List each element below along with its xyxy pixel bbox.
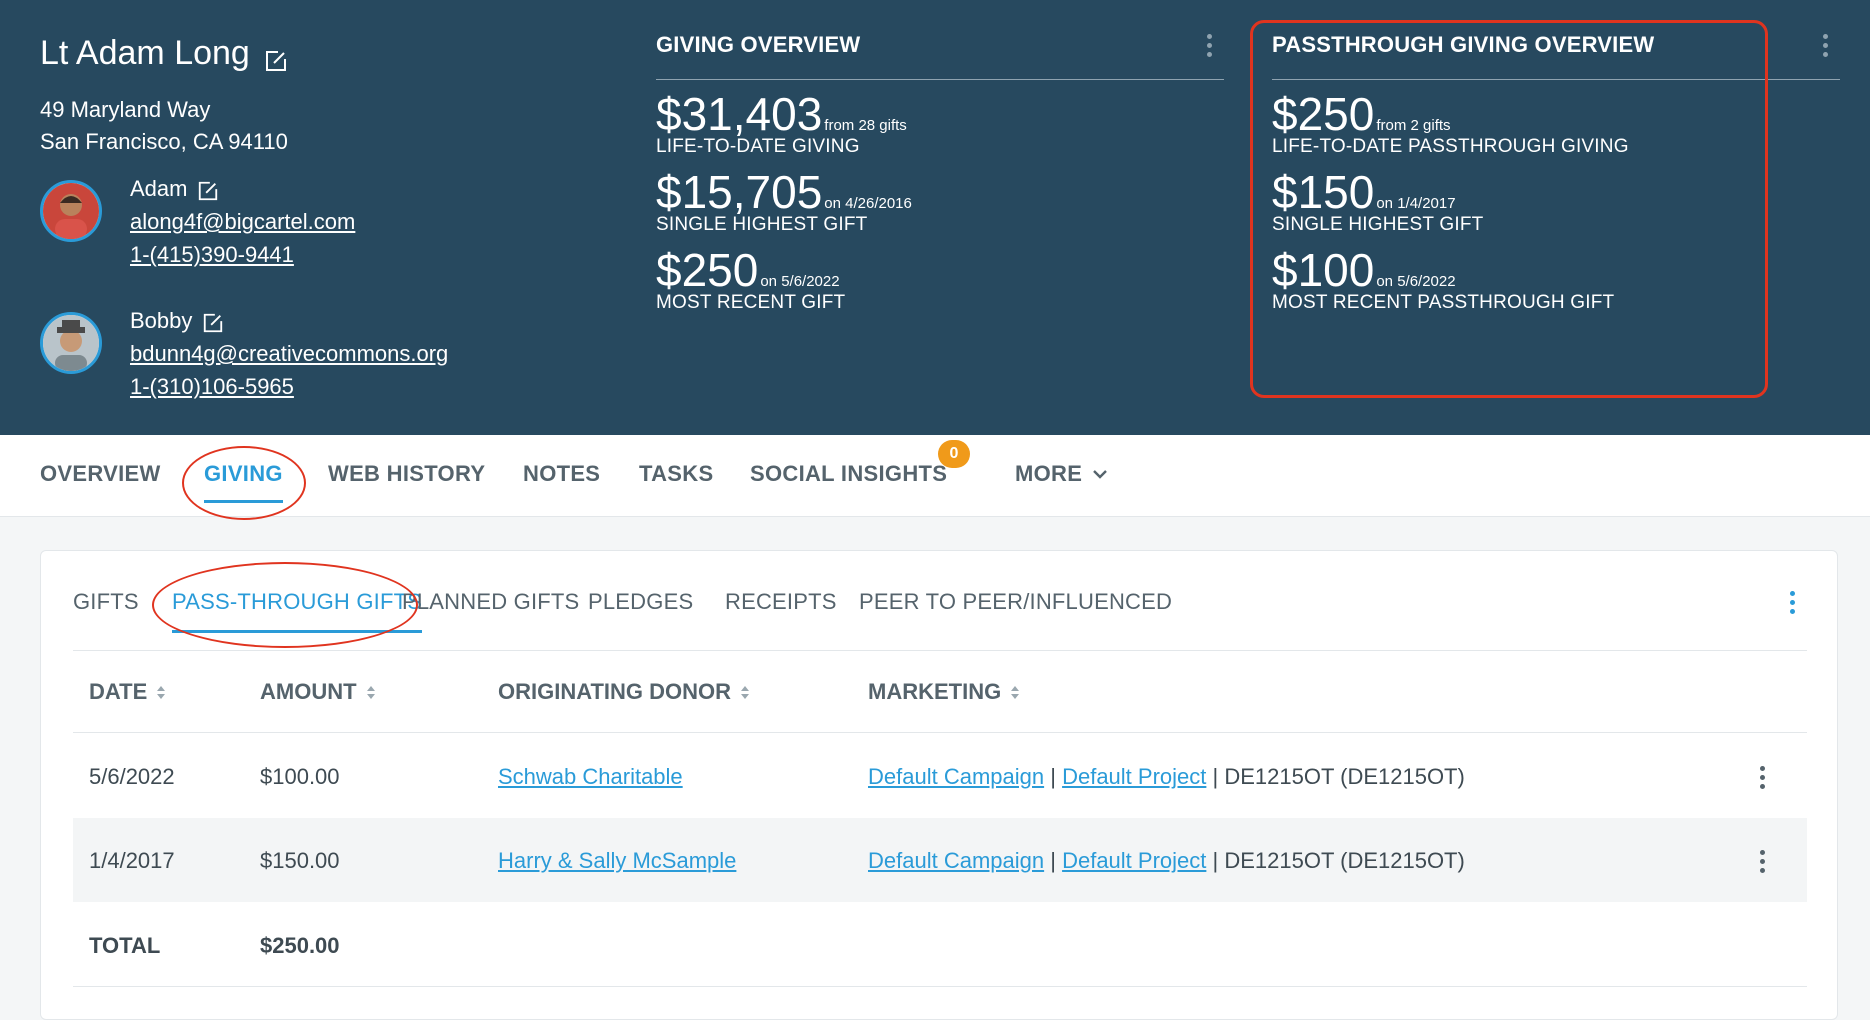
separator: | [1050,848,1056,873]
campaign-link[interactable]: Default Campaign [868,764,1044,789]
sort-icon [741,685,750,699]
highlight-annotation [152,562,418,648]
address-line-1: 49 Maryland Way [40,97,211,122]
table-row: 5/6/2022 $100.00 Schwab Charitable Defau… [73,734,1807,818]
profile-header: Lt Adam Long 49 Maryland Way San Francis… [0,0,1870,435]
contact-email-link[interactable]: along4f@bigcartel.com [130,209,355,234]
donor-link[interactable]: Harry & Sally McSample [498,848,736,874]
donor-link[interactable]: Schwab Charitable [498,764,683,790]
stat-note: on 5/6/2022 [760,273,840,290]
contact-info: Bobby bdunn4g@creativecommons.org 1-(310… [130,304,448,403]
sort-icon [157,685,166,699]
contact-name: Adam [130,176,188,201]
project-link[interactable]: Default Project [1062,848,1206,873]
table-header: DATE AMOUNT ORIGINATING DONOR MARKETING [73,651,1807,733]
marketing-code: DE1215OT (DE1215OT) [1224,764,1465,789]
sort-icon [1011,685,1020,699]
more-options-icon[interactable] [1206,34,1212,57]
column-header-date[interactable]: DATE [89,679,166,705]
column-header-label: AMOUNT [260,679,357,704]
separator: | [1212,764,1219,789]
subtab-pledges[interactable]: PLEDGES [588,589,693,615]
avatar[interactable] [40,312,102,374]
column-header-marketing[interactable]: MARKETING [868,679,1020,705]
contact-phone-link[interactable]: 1-(415)390-9441 [130,242,294,267]
subtab-planned-gifts[interactable]: PLANNED GIFTS [402,589,579,615]
table-total-row: TOTAL $250.00 [73,903,1807,987]
stat-label: SINGLE HIGHEST GIFT [656,214,868,235]
total-label: TOTAL [89,933,161,958]
chevron-down-icon [1093,470,1108,479]
tab-notes[interactable]: NOTES [523,461,600,487]
separator: | [1212,848,1219,873]
contact-card: Bobby bdunn4g@creativecommons.org 1-(310… [40,304,448,403]
stat-lifetime: $31,403 from 28 gifts LIFE-TO-DATE GIVING [656,88,1224,158]
sort-icon [366,685,375,699]
stat-note: from 28 gifts [824,117,907,134]
stat-highest: $15,705 on 4/26/2016 SINGLE HIGHEST GIFT [656,166,1224,236]
edit-icon[interactable] [197,178,219,200]
contact-email-link[interactable]: bdunn4g@creativecommons.org [130,341,448,366]
cell-amount: $100.00 [260,764,340,789]
cell-amount: $150.00 [260,848,340,873]
tab-web-history[interactable]: WEB HISTORY [328,461,485,487]
profile-name-row: Lt Adam Long [40,34,286,73]
highlight-annotation [1250,20,1768,398]
contact-phone-link[interactable]: 1-(310)106-5965 [130,374,294,399]
cell-marketing: Default Campaign | Default Project | DE1… [868,764,1465,790]
cell-date: 1/4/2017 [89,848,175,873]
address: 49 Maryland Way San Francisco, CA 94110 [40,94,288,158]
contact-info: Adam along4f@bigcartel.com 1-(415)390-94… [130,172,355,271]
stat-recent: $250 on 5/6/2022 MOST RECENT GIFT [656,244,1224,314]
column-header-amount[interactable]: AMOUNT [260,679,375,705]
giving-overview: GIVING OVERVIEW $31,403 from 28 gifts LIF… [656,28,1224,314]
more-options-icon[interactable] [1822,34,1828,57]
contact-name: Bobby [130,308,193,333]
stat-amount: $31,403 [656,88,823,140]
stat-note: on 4/26/2016 [824,195,912,212]
cell-marketing: Default Campaign | Default Project | DE1… [868,848,1465,874]
cell-date: 5/6/2022 [89,764,175,789]
edit-icon[interactable] [264,43,286,71]
campaign-link[interactable]: Default Campaign [868,848,1044,873]
stat-amount: $15,705 [656,166,823,218]
tab-overview[interactable]: OVERVIEW [40,461,161,487]
row-actions-icon[interactable] [1759,850,1765,873]
subtab-receipts[interactable]: RECEIPTS [725,589,837,615]
project-link[interactable]: Default Project [1062,764,1206,789]
highlight-annotation [182,446,306,520]
subtab-peer-to-peer[interactable]: PEER TO PEER/INFLUENCED [859,589,1172,615]
tab-tasks[interactable]: TASKS [639,461,713,487]
notification-badge: 0 [938,440,970,468]
subtab-gifts[interactable]: GIFTS [73,589,139,615]
stat-label: MOST RECENT GIFT [656,292,846,313]
stat-label: LIFE-TO-DATE GIVING [656,136,860,157]
edit-icon[interactable] [202,310,224,332]
table-row: 1/4/2017 $150.00 Harry & Sally McSample … [73,818,1807,902]
row-actions-icon[interactable] [1759,766,1765,789]
column-header-label: DATE [89,679,148,704]
column-header-originating-donor[interactable]: ORIGINATING DONOR [498,679,750,705]
column-header-label: MARKETING [868,679,1002,704]
total-amount: $250.00 [260,933,340,958]
separator: | [1050,764,1056,789]
contact-card: Adam along4f@bigcartel.com 1-(415)390-94… [40,172,355,271]
marketing-code: DE1215OT (DE1215OT) [1224,848,1465,873]
stat-amount: $250 [656,244,759,296]
column-header-label: ORIGINATING DONOR [498,679,732,704]
giving-overview-title: GIVING OVERVIEW [656,28,1224,80]
tab-more[interactable]: MORE [1015,461,1108,487]
profile-name: Lt Adam Long [40,34,250,72]
address-line-2: San Francisco, CA 94110 [40,129,288,154]
avatar[interactable] [40,180,102,242]
tab-more-label: MORE [1015,461,1083,486]
tab-social-insights[interactable]: SOCIAL INSIGHTS [750,461,947,487]
more-options-icon[interactable] [1789,591,1795,614]
